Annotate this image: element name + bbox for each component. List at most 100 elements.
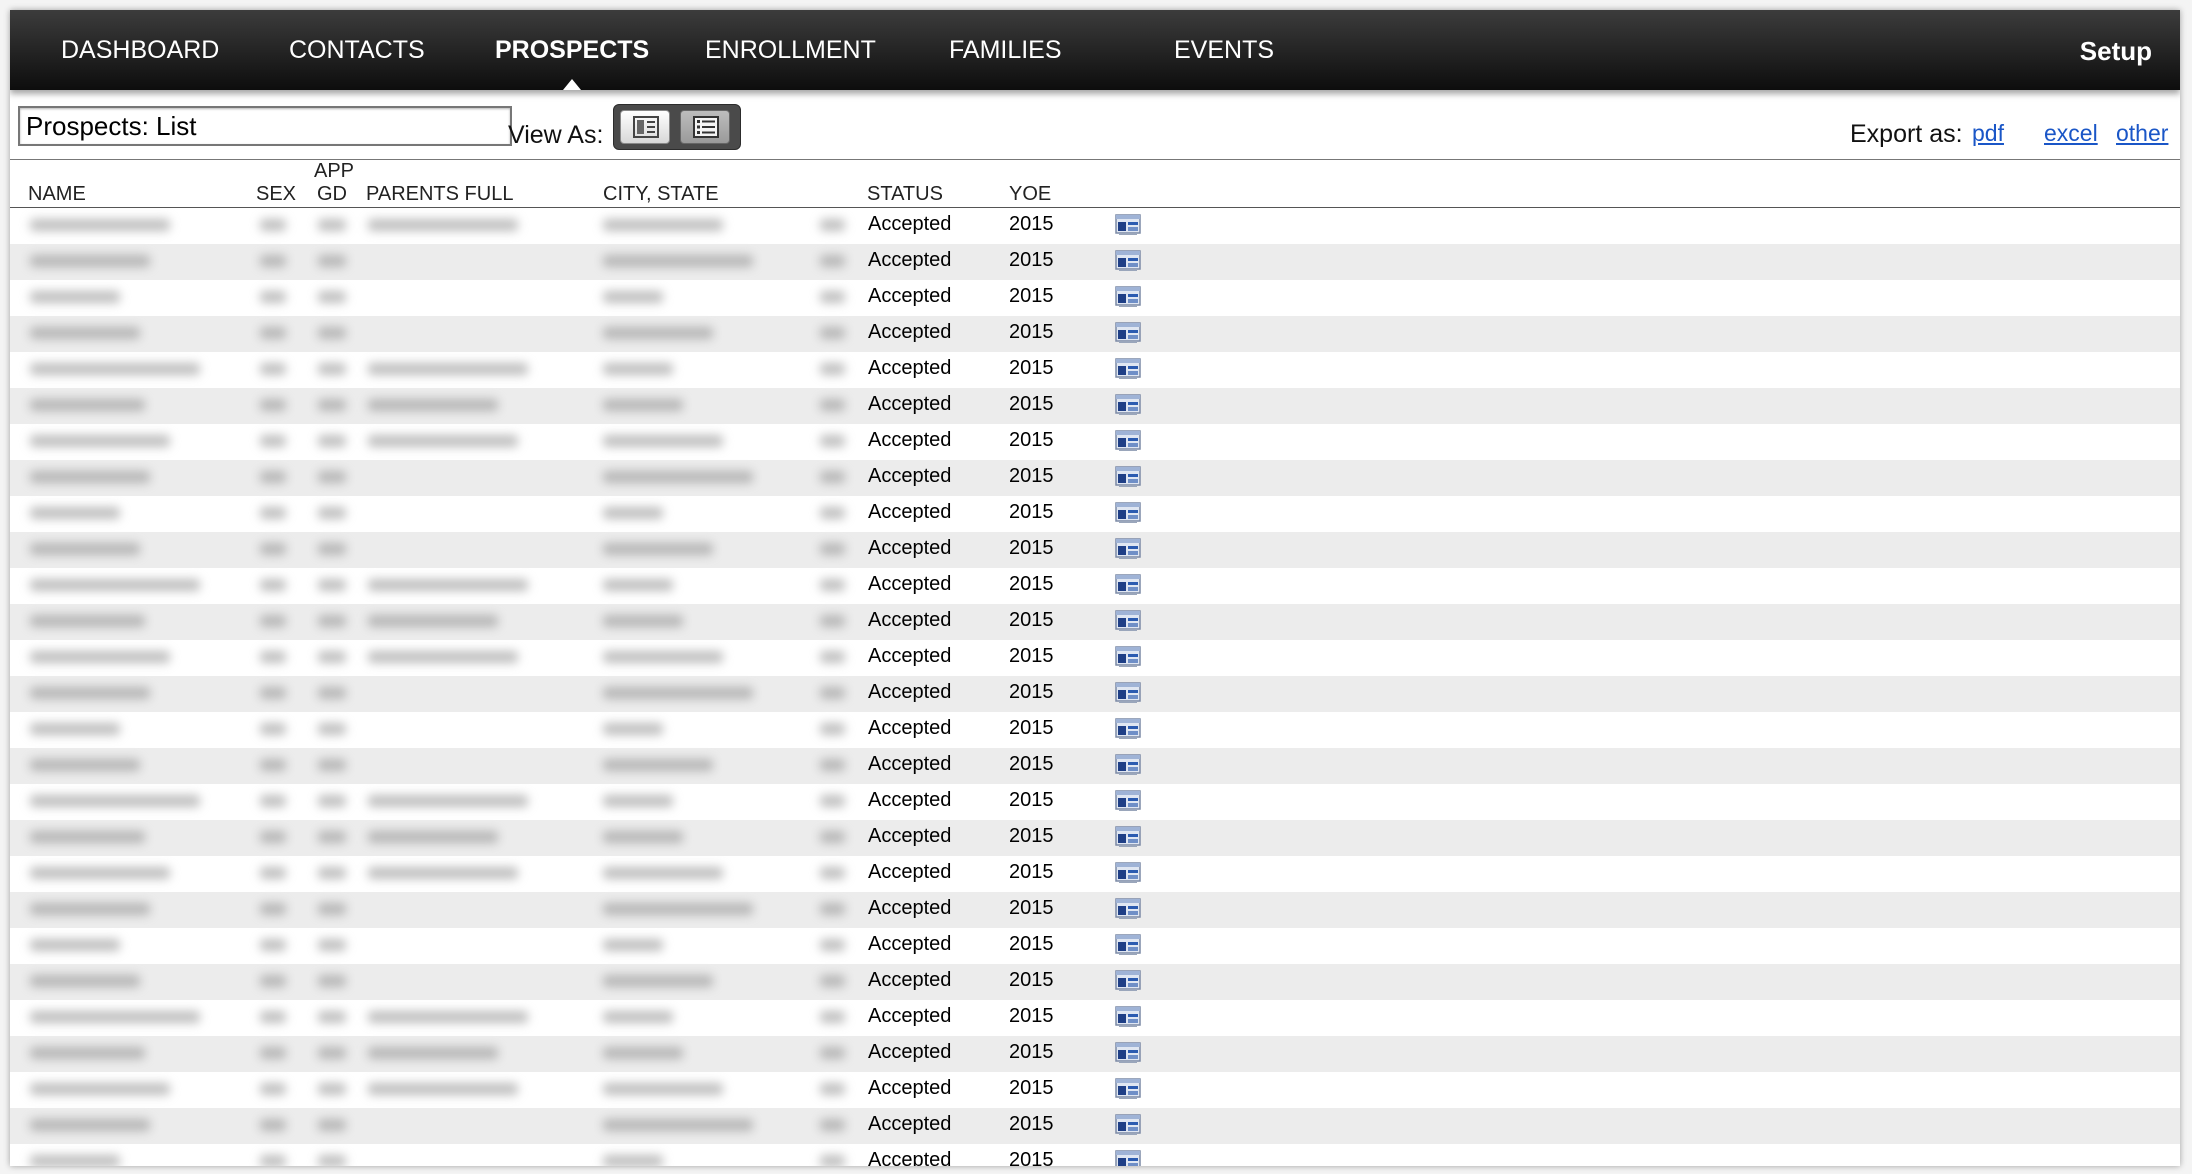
record-card-icon[interactable] xyxy=(1115,970,1141,992)
record-card-icon[interactable] xyxy=(1115,862,1141,884)
redacted-text xyxy=(368,1083,518,1095)
table-row[interactable]: Accepted 2015 xyxy=(10,208,2180,244)
redacted-cells xyxy=(10,388,850,424)
nav-contacts[interactable]: CONTACTS xyxy=(289,10,425,90)
table-row[interactable]: Accepted 2015 xyxy=(10,316,2180,352)
table-row[interactable]: Accepted 2015 xyxy=(10,568,2180,604)
col-header-parents-full[interactable]: PARENTS FULL xyxy=(366,183,513,206)
redacted-text xyxy=(260,723,286,735)
table-row[interactable]: Accepted 2015 xyxy=(10,784,2180,820)
table-row[interactable]: Accepted 2015 xyxy=(10,424,2180,460)
table-row[interactable]: Accepted 2015 xyxy=(10,748,2180,784)
table-row[interactable]: Accepted 2015 xyxy=(10,280,2180,316)
record-card-icon[interactable] xyxy=(1115,718,1141,740)
record-card-icon[interactable] xyxy=(1115,1114,1141,1136)
record-card-icon[interactable] xyxy=(1115,754,1141,776)
grid-view-button[interactable] xyxy=(620,110,670,144)
record-card-icon[interactable] xyxy=(1115,538,1141,560)
nav-enrollment[interactable]: ENROLLMENT xyxy=(705,10,876,90)
record-card-icon[interactable] xyxy=(1115,1006,1141,1028)
col-header-sex[interactable]: SEX xyxy=(256,183,296,206)
list-title-field[interactable] xyxy=(18,106,512,146)
table-row[interactable]: Accepted 2015 xyxy=(10,352,2180,388)
record-card-icon[interactable] xyxy=(1115,430,1141,452)
col-header-name[interactable]: NAME xyxy=(28,183,86,206)
record-card-icon[interactable] xyxy=(1115,1150,1141,1166)
record-card-icon[interactable] xyxy=(1115,682,1141,704)
record-card-icon[interactable] xyxy=(1115,610,1141,632)
record-card-icon[interactable] xyxy=(1115,934,1141,956)
yoe-cell: 2015 xyxy=(1009,789,1054,811)
table-row[interactable]: Accepted 2015 xyxy=(10,532,2180,568)
col-header-city-state[interactable]: CITY, STATE xyxy=(603,183,719,206)
redacted-text xyxy=(368,1047,498,1059)
record-card-icon[interactable] xyxy=(1115,214,1141,236)
table-row[interactable]: Accepted 2015 xyxy=(10,928,2180,964)
export-pdf-link[interactable]: pdf xyxy=(1972,120,2004,147)
col-header-yoe[interactable]: YOE xyxy=(1009,183,1051,206)
export-excel-link[interactable]: excel xyxy=(2044,120,2098,147)
table-row[interactable]: Accepted 2015 xyxy=(10,1108,2180,1144)
table-row[interactable]: Accepted 2015 xyxy=(10,892,2180,928)
record-card-icon[interactable] xyxy=(1115,1078,1141,1100)
redacted-text xyxy=(820,471,845,483)
record-card-icon[interactable] xyxy=(1115,466,1141,488)
table-row[interactable]: Accepted 2015 xyxy=(10,496,2180,532)
table-row[interactable]: Accepted 2015 xyxy=(10,388,2180,424)
prospects-table-body: Accepted 2015 Accepted 2015 Accepted 2015 Acce… xyxy=(10,208,2180,1166)
redacted-text xyxy=(260,1011,286,1023)
status-cell: Accepted xyxy=(868,357,952,379)
export-other-link[interactable]: other xyxy=(2116,120,2168,147)
nav-setup[interactable]: Setup xyxy=(2080,10,2152,90)
record-card-icon[interactable] xyxy=(1115,790,1141,812)
table-row[interactable]: Accepted 2015 xyxy=(10,1072,2180,1108)
col-header-app-gd-line2[interactable]: GD xyxy=(317,183,347,206)
redacted-text xyxy=(820,327,845,339)
redacted-text xyxy=(30,795,200,807)
record-card-icon[interactable] xyxy=(1115,1042,1141,1064)
record-card-icon[interactable] xyxy=(1115,322,1141,344)
record-card-icon[interactable] xyxy=(1115,394,1141,416)
record-card-icon[interactable] xyxy=(1115,358,1141,380)
redacted-cells xyxy=(10,532,850,568)
table-row[interactable]: Accepted 2015 xyxy=(10,244,2180,280)
redacted-cells xyxy=(10,424,850,460)
table-row[interactable]: Accepted 2015 xyxy=(10,712,2180,748)
table-row[interactable]: Accepted 2015 xyxy=(10,856,2180,892)
redacted-text xyxy=(318,831,346,843)
redacted-text xyxy=(260,975,286,987)
nav-dashboard[interactable]: DASHBOARD xyxy=(61,10,219,90)
record-card-icon[interactable] xyxy=(1115,646,1141,668)
table-row[interactable]: Accepted 2015 xyxy=(10,1036,2180,1072)
redacted-text xyxy=(260,399,286,411)
record-card-icon[interactable] xyxy=(1115,502,1141,524)
redacted-cells xyxy=(10,496,850,532)
col-header-app-gd-line1[interactable]: APP xyxy=(314,160,354,183)
record-card-icon[interactable] xyxy=(1115,898,1141,920)
nav-families[interactable]: FAMILIES xyxy=(949,10,1062,90)
table-row[interactable]: Accepted 2015 xyxy=(10,676,2180,712)
col-header-status[interactable]: STATUS xyxy=(867,183,943,206)
redacted-text xyxy=(260,291,286,303)
nav-prospects[interactable]: PROSPECTS xyxy=(495,10,649,90)
redacted-text xyxy=(30,975,140,987)
list-view-button[interactable] xyxy=(680,110,730,144)
record-card-icon[interactable] xyxy=(1115,574,1141,596)
nav-events[interactable]: EVENTS xyxy=(1174,10,1274,90)
record-card-icon[interactable] xyxy=(1115,826,1141,848)
redacted-text xyxy=(820,1119,845,1131)
status-cell: Accepted xyxy=(868,969,952,991)
redacted-text xyxy=(820,363,845,375)
table-row[interactable]: Accepted 2015 xyxy=(10,820,2180,856)
record-card-icon[interactable] xyxy=(1115,250,1141,272)
table-row[interactable]: Accepted 2015 xyxy=(10,640,2180,676)
table-row[interactable]: Accepted 2015 xyxy=(10,604,2180,640)
table-row[interactable]: Accepted 2015 xyxy=(10,1000,2180,1036)
record-card-icon[interactable] xyxy=(1115,286,1141,308)
table-row[interactable]: Accepted 2015 xyxy=(10,1144,2180,1166)
status-cell: Accepted xyxy=(868,861,952,883)
table-row[interactable]: Accepted 2015 xyxy=(10,460,2180,496)
redacted-text xyxy=(318,903,346,915)
table-row[interactable]: Accepted 2015 xyxy=(10,964,2180,1000)
redacted-text xyxy=(820,651,845,663)
